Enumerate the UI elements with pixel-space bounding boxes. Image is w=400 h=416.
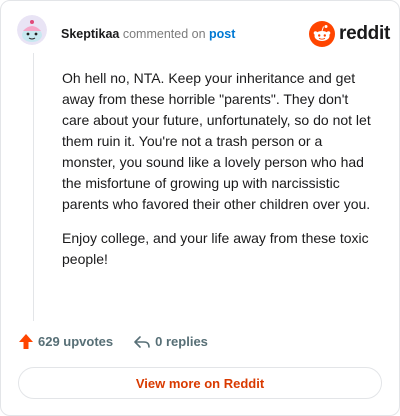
action-text: commented on [122, 27, 206, 41]
embedded-comment-card: Skeptikaa commented on post reddit Oh he… [0, 0, 400, 416]
username[interactable]: Skeptikaa [61, 27, 119, 41]
reddit-logo[interactable]: reddit [309, 21, 390, 47]
user-avatar-icon[interactable] [17, 15, 47, 45]
post-link[interactable]: post [209, 27, 235, 41]
reply-count: 0 replies [155, 334, 208, 349]
upvote-button[interactable]: 629 upvotes [18, 333, 113, 350]
thread-line[interactable] [33, 53, 34, 321]
comment-header: Skeptikaa commented on post [61, 27, 235, 41]
view-more-button[interactable]: View more on Reddit [18, 367, 382, 399]
comment-paragraph: Oh hell no, NTA. Keep your inheritance a… [62, 70, 371, 212]
view-more-label: View more on Reddit [135, 375, 265, 391]
reddit-logo-icon [309, 21, 335, 47]
comment-body: Oh hell no, NTA. Keep your inheritance a… [62, 68, 378, 283]
upvote-arrow-icon [19, 334, 33, 349]
reply-arrow-icon [134, 335, 150, 348]
reply-button[interactable]: 0 replies [133, 334, 208, 350]
comment-actions: 629 upvotes 0 replies [18, 333, 208, 350]
reddit-logo-text: reddit [339, 23, 390, 44]
comment-paragraph: Enjoy college, and your life away from t… [62, 230, 369, 267]
upvote-count: 629 upvotes [38, 334, 114, 349]
